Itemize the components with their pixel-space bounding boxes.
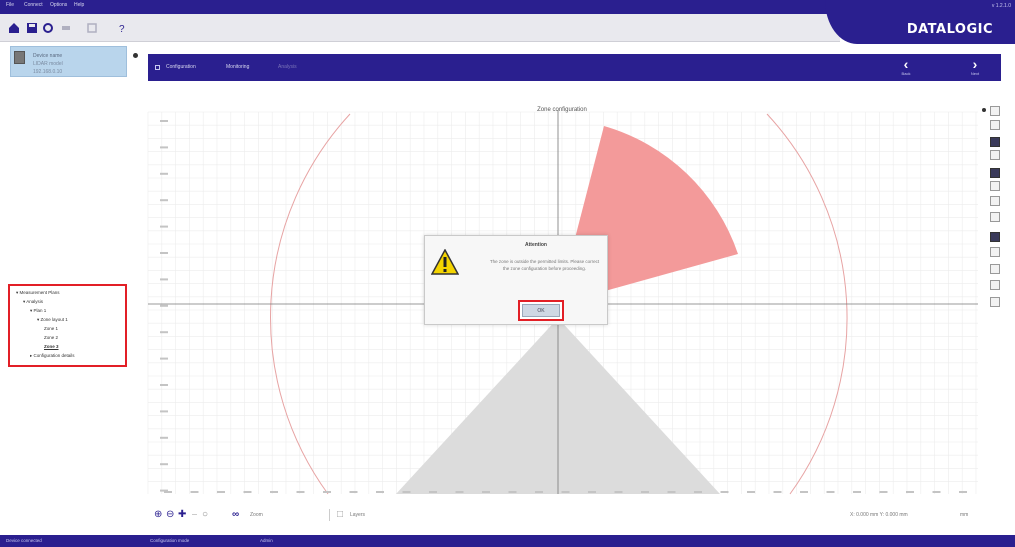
x-tick (296, 491, 305, 493)
y-tick (160, 225, 168, 228)
x-tick (376, 491, 384, 493)
x-tick (614, 491, 623, 493)
connection-status: Device connected (6, 538, 42, 543)
chart-toolbox (982, 104, 1008, 314)
x-tick (773, 491, 782, 493)
zoom-out-icon[interactable]: ⊖ (166, 509, 174, 521)
user-status: Admin (260, 538, 273, 543)
x-tick (853, 491, 861, 493)
x-tick (800, 491, 808, 493)
rectangle-tool-icon[interactable] (990, 181, 1000, 191)
x-tick (349, 491, 358, 493)
y-tick (160, 278, 168, 281)
zoom-in-icon[interactable]: ⊕ (154, 509, 162, 521)
x-tick (826, 491, 835, 493)
x-tick (561, 491, 570, 493)
chart-title: Zone configuration (537, 107, 587, 113)
x-tick (959, 491, 967, 493)
cursor-coordinates: X: 0.000 mm Y: 0.000 mm (850, 512, 908, 518)
y-tick (160, 146, 168, 149)
x-tick (455, 491, 464, 493)
y-tick (160, 331, 168, 334)
toolbar-separator (329, 509, 330, 521)
layers-dropdown[interactable]: Layers (350, 512, 365, 518)
layers-icon[interactable]: □ (337, 509, 343, 521)
x-tick (906, 491, 914, 493)
x-tick (588, 491, 596, 493)
delete-tool-icon[interactable] (990, 297, 1000, 307)
sector-tool-icon[interactable] (990, 196, 1000, 206)
dialog-title: Attention (525, 242, 547, 248)
application-window: File Connect Options Help ? v 1.2.1.0 DA… (0, 0, 1015, 547)
copy-tool-icon[interactable] (990, 212, 1000, 222)
x-tick (243, 491, 252, 493)
y-tick (160, 410, 168, 413)
mode-status: Configuration mode (150, 538, 190, 543)
warning-icon (431, 249, 459, 275)
x-tick (720, 491, 729, 493)
x-tick (323, 491, 331, 493)
x-tick (402, 491, 411, 493)
select-tool-icon[interactable] (990, 106, 1000, 116)
x-tick (747, 491, 755, 493)
x-tick-labels (164, 491, 967, 493)
x-tick (535, 491, 543, 493)
polygon-tool-icon[interactable] (990, 150, 1000, 160)
x-tick (429, 491, 437, 493)
y-tick (160, 252, 168, 254)
y-tick (160, 384, 168, 386)
y-tick (160, 172, 168, 175)
warning-dialog: Attention The zone is outside the permit… (424, 235, 608, 325)
x-tick (217, 491, 225, 493)
ok-button[interactable]: OK (522, 304, 560, 317)
y-tick (160, 463, 168, 466)
x-tick (190, 491, 199, 493)
x-tick (482, 491, 490, 493)
y-tick (160, 357, 168, 360)
legend-toggle-icon[interactable]: ∞ (232, 509, 239, 521)
y-tick (160, 436, 168, 439)
zoom-value: — (192, 512, 197, 518)
y-tick (160, 120, 168, 122)
x-tick (932, 491, 941, 493)
x-tick (667, 491, 676, 493)
pen-tool-icon[interactable] (990, 120, 1000, 130)
zoom-dropdown[interactable]: Zoom (250, 512, 263, 518)
point-tool-icon[interactable] (990, 137, 1000, 147)
fit-view-icon[interactable]: ○ (202, 509, 208, 521)
circle-tool-icon[interactable] (990, 168, 1000, 178)
dialog-message: The zone is outside the permitted limits… (489, 259, 600, 271)
grid-tool-icon[interactable] (990, 247, 1000, 257)
toolbox-pin[interactable] (982, 108, 986, 112)
x-tick (879, 491, 888, 493)
x-tick (641, 491, 649, 493)
x-tick (694, 491, 702, 493)
x-tick (270, 491, 278, 493)
layer-tool-icon[interactable] (990, 232, 1000, 242)
status-bar: Device connected Configuration mode Admi… (0, 535, 1015, 547)
x-tick (508, 491, 517, 493)
units-label: mm (960, 512, 969, 518)
measure-tool-icon[interactable] (990, 264, 1000, 274)
y-tick (160, 199, 168, 202)
export-tool-icon[interactable] (990, 280, 1000, 290)
y-tick (160, 304, 168, 307)
ok-button-highlight: OK (518, 300, 564, 321)
x-tick (164, 491, 172, 493)
pan-icon[interactable]: ✚ (178, 509, 186, 521)
y-tick-labels (160, 120, 168, 492)
